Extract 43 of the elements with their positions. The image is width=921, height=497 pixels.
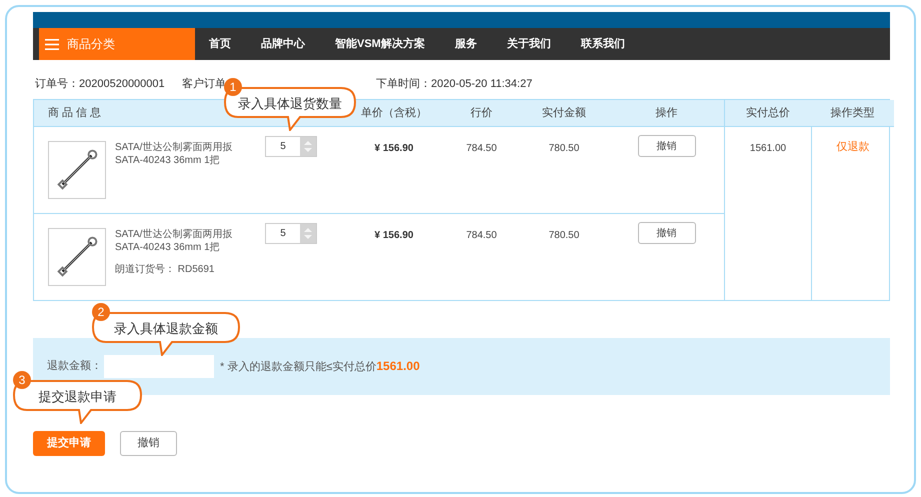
paid-amount: 780.50 [548, 142, 580, 156]
refund-label: 退款金额： [47, 358, 102, 374]
spinner-arrows-icon[interactable] [300, 137, 316, 156]
nav-link[interactable]: 智能VSM解决方案 [335, 36, 425, 52]
quantity-stepper[interactable]: 5 [265, 136, 317, 157]
nav-link[interactable]: 联系我们 [580, 36, 625, 52]
nav-link[interactable]: 品牌中心 [261, 36, 305, 52]
operation-type: 仅退款 [836, 140, 870, 155]
unit-price: ¥ 156.90 [374, 142, 414, 156]
callout-text: 录入具体退款金额 [114, 320, 218, 338]
nav-link[interactable]: 服务 [454, 36, 477, 52]
refund-amount-field[interactable] [104, 355, 214, 378]
column-header: 单价（含税） [361, 106, 427, 121]
nav-link[interactable]: 关于我们 [506, 36, 551, 52]
spinner-arrows-icon[interactable] [300, 224, 316, 243]
cancel-button[interactable]: 撤销 [638, 135, 696, 157]
column-header: 操作类型 [830, 106, 874, 121]
nav-link[interactable]: 首页 [209, 36, 231, 52]
callout-text: 提交退款申请 [38, 388, 116, 406]
line-price: 784.50 [466, 142, 497, 156]
column-header: 实付总价 [746, 106, 790, 121]
quantity-stepper[interactable]: 5 [265, 223, 317, 244]
column-header: 行价 [470, 106, 492, 121]
product-name: SATA/世达公制雾面两用扳 [115, 141, 232, 154]
order-time: 下单时间：2020-05-20 11:34:27 [376, 76, 532, 92]
customer-order-label: 客户订单 [182, 76, 226, 92]
total-paid: 1561.00 [750, 142, 786, 156]
column-header: 操作 [656, 106, 678, 121]
unit-price: ¥ 156.90 [374, 229, 414, 243]
menu-icon [45, 38, 59, 50]
column-header: 实付金额 [542, 106, 586, 121]
order-code: 朗道订货号： RD5691 [115, 263, 216, 276]
cancel-button[interactable]: 撤销 [120, 431, 177, 456]
column-header: 商 品 信 息 [48, 106, 102, 121]
callout-text: 录入具体退货数量 [238, 95, 342, 113]
product-spec: SATA-40243 36mm 1把 [115, 241, 221, 254]
refund-note: * 录入的退款金额只能≤实付总价1561.00 [220, 358, 420, 376]
cancel-button[interactable]: 撤销 [638, 222, 696, 244]
paid-amount: 780.50 [548, 229, 580, 243]
order-number: 订单号：20200520000001 [35, 76, 166, 92]
product-spec: SATA-40243 36mm 1把 [115, 154, 221, 167]
product-name: SATA/世达公制雾面两用扳 [115, 228, 232, 241]
line-price: 784.50 [466, 229, 497, 243]
